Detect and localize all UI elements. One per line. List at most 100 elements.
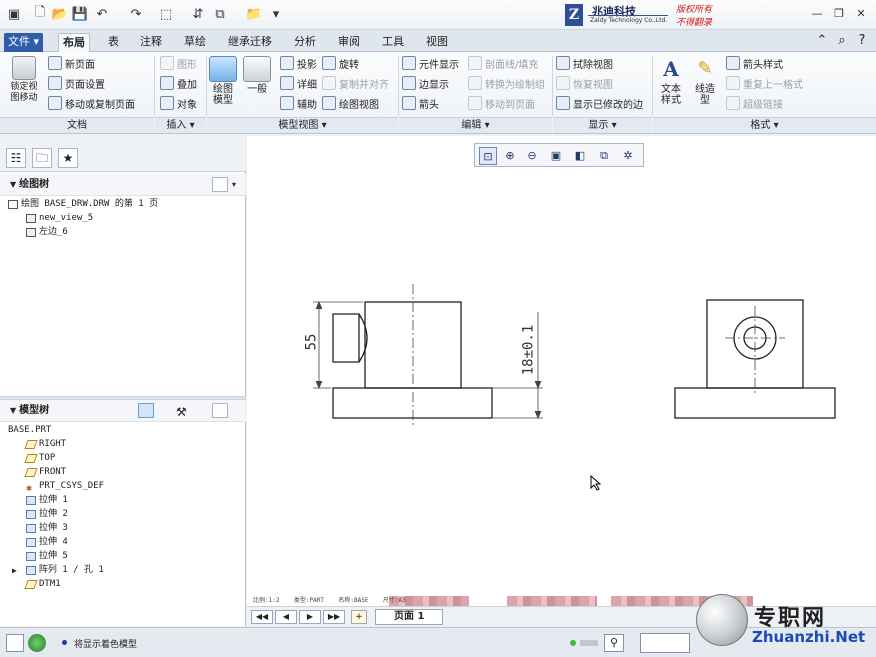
tab-layout[interactable]: 布局 [58,33,90,52]
side-view[interactable] [674,299,836,419]
hyperlink-button[interactable]: 超级链接 [726,94,783,112]
select-box-icon[interactable]: ⬚ [158,6,174,22]
model-display-icon[interactable] [138,403,154,418]
browser-icon[interactable] [28,634,46,652]
text-style-button[interactable]: A 文本 样式 [656,56,686,106]
tree-tools-icon[interactable]: ⚒ [176,401,187,423]
tree-item-csys[interactable]: ✱ PRT_CSYS_DEF [26,480,104,494]
arrow-style-button[interactable]: 箭头样式 [726,54,783,72]
collapse-arrow-icon[interactable]: ▼ [10,406,16,415]
regenerate-icon[interactable]: ⇵ [190,6,206,22]
tab-sketch[interactable]: 草绘 [180,33,210,52]
restore-view-button[interactable]: 恢复视图 [556,74,613,92]
group-model-views[interactable]: 模型视图 ▾ [207,117,398,133]
move-to-page-button[interactable]: 移动到页面 [468,94,535,112]
graphic-button[interactable]: 图形 [160,54,197,72]
tree-item-feature[interactable]: 拉伸 3 [26,522,68,535]
collapse-arrow-icon[interactable]: ▼ [10,180,16,189]
favorites-tab-icon[interactable]: ★ [58,148,78,168]
copy-align-button[interactable]: 复制并对齐 [322,74,389,92]
page-setup-button[interactable]: 页面设置 [48,74,105,92]
tree-item-datum[interactable]: TOP [24,452,55,465]
tree-settings-icon[interactable] [212,403,228,418]
model-tree-header[interactable]: ▼ 模型树 ⚒ [0,400,246,422]
detailed-button[interactable]: 详细 [280,74,317,92]
arrow-button[interactable]: 箭头 [402,94,439,112]
auxiliary-button[interactable]: 辅助 [280,94,317,112]
undo-icon[interactable]: ↶ [94,6,110,22]
group-display[interactable]: 显示 ▾ [553,117,652,133]
tab-view[interactable]: 视图 [422,33,452,52]
object-button[interactable]: 对象 [160,94,197,112]
model-tree-tab-icon[interactable]: ☷ [6,148,26,168]
tree-settings-icon[interactable] [212,177,228,192]
revolve-button[interactable]: 旋转 [322,54,359,72]
open-file-icon[interactable]: 📂 [52,6,68,22]
tab-file[interactable]: 文件 ▾ [4,33,44,52]
dimension-18-text[interactable]: 18±0.1 [520,325,536,376]
drawing-view-button[interactable]: 绘图视图 [322,94,379,112]
close-button[interactable]: ✕ [854,8,868,20]
close-window-icon[interactable]: 📁 [246,6,262,22]
customize-toolbar-icon[interactable]: ▾ [268,6,284,22]
tab-tools[interactable]: 工具 [378,33,408,52]
convert-drawing-button[interactable]: 转换为绘制组 [468,74,545,92]
drawing-tree-header[interactable]: ▼ 绘图树 ▾ [0,174,246,196]
collapse-ribbon-icon[interactable]: ⌃ [814,33,830,49]
tree-item-datum[interactable]: FRONT [24,466,66,479]
tree-item-feature[interactable]: 拉伸 2 [26,508,68,521]
edge-display-button[interactable]: 边显示 [402,74,449,92]
element-display-button[interactable]: 元件显示 [402,54,459,72]
erase-view-button[interactable]: 拭除视图 [556,54,613,72]
tab-annotate[interactable]: 注释 [136,33,166,52]
move-copy-page-button[interactable]: 移动或复制页面 [48,94,135,112]
new-file-icon[interactable]: 🗋 [32,5,48,22]
last-page-button[interactable]: ▶▶ [323,610,345,624]
selection-filter-dropdown[interactable] [640,633,690,653]
windows-icon[interactable]: ⧉ [212,6,228,22]
dimension-55-text[interactable]: 55 [303,334,319,351]
tab-table[interactable]: 表 [104,33,123,52]
drawing-model-button[interactable]: 绘图 模型 [208,56,238,106]
redo-icon[interactable]: ↷ [128,6,144,22]
tab-legacy-migration[interactable]: 继承迁移 [224,33,276,52]
tab-analysis[interactable]: 分析 [290,33,320,52]
drawing-canvas[interactable]: ⊡ ⊕ ⊖ ▣ ◧ ⧉ ✲ 55 18±0.1 比例:1:2 类型:PART 名… [247,136,876,609]
group-format[interactable]: 格式 ▾ [653,117,876,133]
tab-review[interactable]: 审阅 [334,33,364,52]
dimension-55[interactable] [313,300,363,390]
tree-item-feature[interactable]: 拉伸 4 [26,536,68,549]
tree-item-datum[interactable]: RIGHT [24,438,66,451]
prev-page-button[interactable]: ◀ [275,610,297,624]
search-icon[interactable]: ⌕ [834,33,850,49]
lock-view-button[interactable]: 锁定视 图移动 [6,56,42,104]
repeat-format-button[interactable]: 重复上一格式 [726,74,803,92]
general-view-button[interactable]: 一般 [242,56,272,95]
tree-item-view[interactable]: new_view_5 [26,212,93,225]
projection-button[interactable]: 投影 [280,54,317,72]
tree-item-view[interactable]: 左边_6 [26,226,68,239]
tree-item-feature[interactable]: 拉伸 1 [26,494,68,507]
folder-browser-tab-icon[interactable]: 🗀 [32,148,52,168]
tree-item-drawing-page[interactable]: 绘图 BASE_DRW.DRW 的第 1 页 [8,198,158,211]
tree-root[interactable]: BASE.PRT [8,424,51,437]
add-page-icon[interactable]: + [351,610,367,624]
tree-item-feature[interactable]: 拉伸 5 [26,550,68,563]
find-icon[interactable]: ⚲ [604,634,624,652]
toggle-navigator-icon[interactable] [6,634,24,652]
help-icon[interactable]: ? [854,33,870,49]
show-modified-edges-button[interactable]: 显示已修改的边 [556,94,643,112]
section-hatch-button[interactable]: 剖面线/填充 [468,54,538,72]
line-style-button[interactable]: ✎ 线造 型 [690,56,720,106]
tree-item-datum[interactable]: DTM1 [24,578,61,591]
next-page-button[interactable]: ▶ [299,610,321,624]
page-tab[interactable]: 页面 1 [375,609,444,625]
group-edit[interactable]: 编辑 ▾ [399,117,552,133]
new-page-button[interactable]: 新页面 [48,54,95,72]
minimize-button[interactable]: — [810,8,824,20]
expand-arrow-icon[interactable]: ▶ [12,564,17,577]
group-insert[interactable]: 插入 ▾ [155,117,206,133]
front-view[interactable] [332,284,493,428]
first-page-button[interactable]: ◀◀ [251,610,273,624]
restore-button[interactable]: ❐ [832,8,846,20]
